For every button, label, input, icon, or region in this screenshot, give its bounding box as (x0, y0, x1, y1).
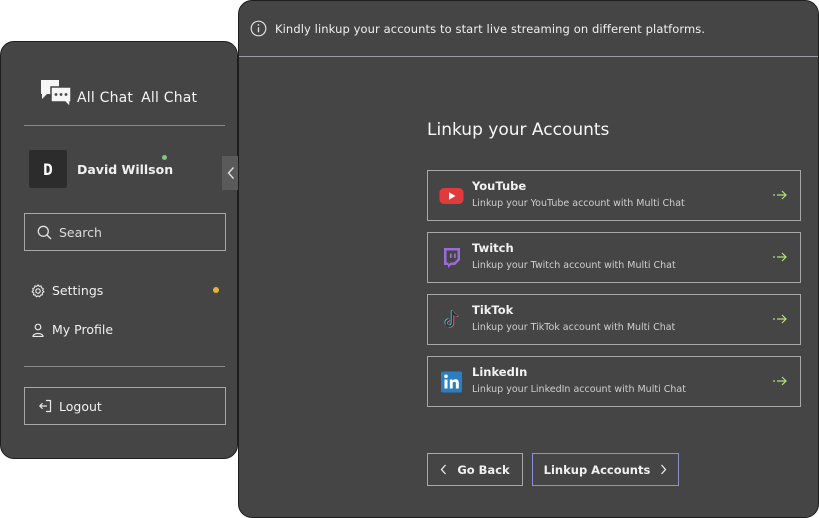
account-name: TikTok (472, 303, 514, 317)
search-icon (37, 225, 52, 240)
arrow-right-icon (772, 374, 788, 388)
brand: All Chat All Chat (39, 76, 197, 108)
chat-bubbles-icon (39, 76, 73, 108)
linkedin-icon (439, 370, 464, 394)
user-name: David Willson (77, 161, 174, 177)
user-icon (31, 323, 45, 337)
account-twitch[interactable]: Twitch Linkup your Twitch account with M… (427, 232, 801, 283)
divider (24, 125, 225, 126)
sidebar-item-label: Settings (52, 283, 104, 298)
account-description: Linkup your TikTok account with Multi Ch… (472, 322, 676, 333)
go-back-button[interactable]: Go Back (427, 453, 523, 486)
brand-name-primary: All Chat (77, 90, 134, 106)
logout-icon (38, 399, 52, 413)
chevron-left-icon (440, 464, 447, 475)
linkup-accounts-button[interactable]: Linkup Accounts (532, 453, 679, 486)
main-panel: Kindly linkup your accounts to start liv… (238, 0, 819, 518)
collapse-sidebar-button[interactable] (222, 156, 239, 190)
divider (24, 366, 225, 367)
search-placeholder: Search (59, 224, 102, 240)
tiktok-icon (439, 308, 464, 332)
account-youtube[interactable]: YouTube Linkup your YouTube account with… (427, 170, 801, 221)
account-description: Linkup your YouTube account with Multi C… (472, 198, 685, 209)
account-name: LinkedIn (472, 365, 528, 379)
search-input[interactable]: Search (24, 213, 226, 251)
sidebar: All Chat All Chat D David Willson Search … (0, 41, 239, 459)
info-icon (250, 20, 267, 37)
chevron-left-icon (227, 166, 235, 180)
settings-notification-badge (213, 287, 219, 293)
banner-text: Kindly linkup your accounts to start liv… (275, 21, 706, 36)
account-name: YouTube (472, 179, 527, 193)
brand-name: All Chat All Chat (77, 90, 197, 106)
user-card[interactable]: D David Willson (29, 150, 173, 188)
twitch-icon (439, 246, 464, 270)
logout-button[interactable]: Logout (24, 387, 226, 425)
info-banner: Kindly linkup your accounts to start liv… (239, 1, 818, 57)
arrow-right-icon (772, 188, 788, 202)
gear-icon (31, 283, 45, 298)
brand-name-secondary: All Chat (141, 90, 198, 106)
arrow-right-icon (772, 250, 788, 264)
logout-label: Logout (59, 398, 102, 414)
account-description: Linkup your LinkedIn account with Multi … (472, 384, 686, 395)
account-linkedin[interactable]: LinkedIn Linkup your LinkedIn account wi… (427, 356, 801, 407)
chevron-right-icon (660, 464, 667, 475)
sidebar-item-settings[interactable]: Settings (31, 283, 103, 298)
youtube-icon (439, 184, 464, 208)
avatar: D (29, 150, 67, 188)
page-title: Linkup your Accounts (427, 120, 610, 140)
account-name: Twitch (472, 241, 514, 255)
account-description: Linkup your Twitch account with Multi Ch… (472, 260, 676, 271)
go-back-label: Go Back (457, 462, 510, 477)
linkup-accounts-label: Linkup Accounts (543, 462, 651, 477)
arrow-right-icon (772, 312, 788, 326)
account-tiktok[interactable]: TikTok Linkup your TikTok account with M… (427, 294, 801, 345)
sidebar-item-my-profile[interactable]: My Profile (31, 322, 113, 337)
sidebar-item-label: My Profile (52, 322, 114, 337)
online-status-dot (162, 155, 167, 160)
